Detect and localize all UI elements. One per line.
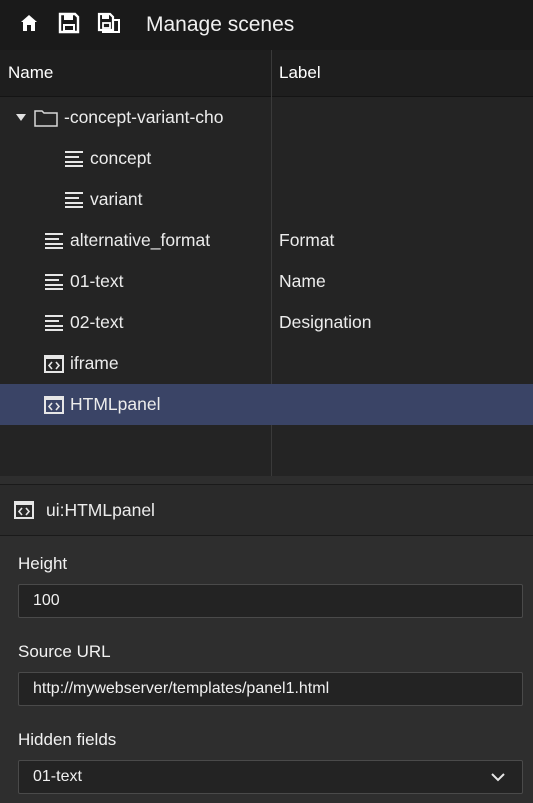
- tree-row-concept-variant-folder[interactable]: -concept-variant-cho: [0, 97, 533, 138]
- expand-caret-icon[interactable]: [16, 113, 26, 122]
- toolbar-title: Manage scenes: [146, 13, 295, 36]
- tree-row-01-text[interactable]: 01-text Name: [0, 261, 533, 302]
- tree-row-variant[interactable]: variant: [0, 179, 533, 220]
- hidden-fields-value: 01-text: [33, 768, 82, 785]
- tree-row-name: alternative_format: [70, 230, 211, 250]
- tree-row-name: 02-text: [70, 312, 124, 332]
- properties-header: ui:HTMLpanel: [0, 484, 533, 536]
- tree-header: Name Label: [0, 50, 533, 97]
- folder-icon: [34, 109, 58, 127]
- properties-panel: Height Source URL Hidden fields 01-text: [0, 536, 533, 803]
- toolbar: Manage scenes: [0, 0, 533, 50]
- home-icon: [19, 13, 39, 38]
- tree-row-iframe[interactable]: iframe: [0, 343, 533, 384]
- scene-tree[interactable]: Name Label -concept-variant-cho concept …: [0, 50, 533, 476]
- tree-row-name: -concept-variant-cho: [64, 107, 224, 127]
- home-button[interactable]: [14, 10, 44, 40]
- manage-scenes-window: Manage scenes Name Label -concept-varian…: [0, 0, 533, 803]
- code-box-icon: [44, 354, 64, 373]
- tree-row-name: concept: [90, 148, 152, 168]
- tree-row-name: iframe: [70, 353, 119, 373]
- text-lines-icon: [44, 314, 64, 332]
- tree-row-label: Designation: [279, 312, 372, 332]
- source-url-label: Source URL: [18, 642, 111, 661]
- tree-rows: -concept-variant-cho concept variant alt…: [0, 97, 533, 425]
- chevron-down-icon: [490, 772, 506, 782]
- source-url-input[interactable]: [18, 672, 523, 706]
- code-box-icon: [14, 501, 34, 519]
- properties-title: ui:HTMLpanel: [46, 499, 155, 520]
- column-header-name[interactable]: Name: [8, 50, 53, 96]
- tree-row-label: Name: [279, 271, 326, 291]
- text-lines-icon: [64, 191, 84, 209]
- height-input[interactable]: [18, 584, 523, 618]
- code-box-icon: [44, 395, 64, 414]
- hidden-fields-label: Hidden fields: [18, 730, 117, 749]
- tree-row-name: variant: [90, 189, 143, 209]
- save-as-icon: [97, 12, 121, 39]
- save-button[interactable]: [54, 10, 84, 40]
- height-label: Height: [18, 554, 68, 573]
- column-header-label[interactable]: Label: [279, 50, 321, 96]
- save-as-button[interactable]: [94, 10, 124, 40]
- tree-row-name: HTMLpanel: [70, 394, 161, 414]
- save-icon: [58, 12, 80, 39]
- tree-row-concept[interactable]: concept: [0, 138, 533, 179]
- tree-row-name: 01-text: [70, 271, 124, 291]
- text-lines-icon: [44, 273, 64, 291]
- text-lines-icon: [64, 150, 84, 168]
- tree-row-02-text[interactable]: 02-text Designation: [0, 302, 533, 343]
- hidden-fields-select[interactable]: 01-text: [18, 760, 523, 794]
- tree-row-htmlpanel[interactable]: HTMLpanel: [0, 384, 533, 425]
- tree-row-label: Format: [279, 230, 335, 250]
- text-lines-icon: [44, 232, 64, 250]
- tree-row-alternative-format[interactable]: alternative_format Format: [0, 220, 533, 261]
